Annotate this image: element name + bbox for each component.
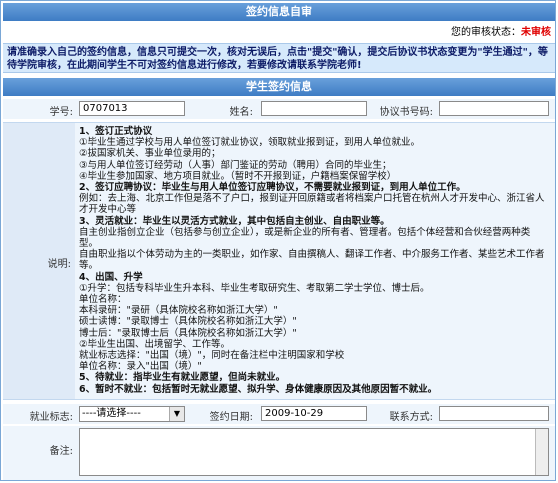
student-id-label: 学号:	[49, 107, 73, 118]
description-line: 3、灵活就业：毕业生以灵活方式就业，其中包括自主创业、自由职业等。	[79, 215, 390, 227]
sign-date-input[interactable]: 2009-10-29	[261, 406, 367, 421]
description-line: ①升学：包括专科毕业生升本科、毕业生考取研究生、考取第二学士学位、博士后。	[79, 282, 430, 294]
employment-row: 就业标志: ----请选择---- ▼ 签约日期: 2009-10-29 联系方…	[3, 404, 555, 424]
notice-text: 请准确录入自己的签约信息，信息只可提交一次，核对无误后，点击"提交"确认，提交后…	[3, 43, 555, 73]
description-line: 博士后："录取博士后（具体院校名称如浙江大学）"	[79, 327, 297, 339]
name-label: 姓名:	[229, 107, 253, 118]
id-row: 学号: 0707013 姓名: 协议书号码:	[3, 99, 555, 119]
description-line: 单位名称：录入"出国（境）"	[79, 361, 202, 373]
page-title: 签约信息自审	[3, 3, 555, 21]
description-line: ①毕业生通过学校与用人单位签订就业协议，领取就业报到证，到用人单位就业。	[79, 137, 421, 149]
description-line: ②毕业生出国、出境留学、工作等。	[79, 338, 231, 350]
description-line: 6、暂时不就业：包括暂时无就业愿望、拟升学、身体健康原因及其他原因暂不就业。	[79, 383, 438, 395]
employment-flag-label: 就业标志:	[29, 412, 73, 423]
remark-textarea[interactable]	[79, 428, 549, 476]
description-line: 本科录研："录研（具体院校名称如浙江大学）"	[79, 305, 278, 317]
description-label: 说明:	[47, 259, 71, 270]
description-line: 自主创业指创立企业（包括参与创立企业），或是新企业的所有者、管理者。包括个体经营…	[79, 226, 531, 250]
audit-status: 您的审核状态：未审核	[3, 25, 555, 41]
description-line: 5、待就业：指毕业生有就业愿望，但尚未就业。	[79, 372, 286, 384]
description-line: ②拔国家机关、事业单位录用的；	[79, 148, 221, 160]
remark-row: 备注:	[3, 426, 555, 480]
description-line: 2、签订应聘协议：毕业生与用人单位签订应聘协议，不需要就业报到证，到用人单位工作…	[79, 182, 466, 194]
contact-label: 联系方式:	[389, 412, 433, 423]
chevron-down-icon[interactable]: ▼	[169, 407, 184, 421]
description-line: 就业标志选择："出国（境）"，同时在备注栏中注明国家和学校	[79, 350, 345, 362]
description-line: 硕士读博："录取博士（具体院校名称如浙江大学）"	[79, 316, 297, 328]
description-line: 1、签订正式协议	[79, 126, 153, 137]
audit-status-label: 您的审核状态：	[451, 27, 521, 38]
remark-scrollbar[interactable]	[535, 429, 548, 475]
description-block: 说明: 1、签订正式协议 ①毕业生通过学校与用人单位签订就业协议，领取就业报到证，…	[3, 122, 555, 400]
description-line: 自由职业指以个体劳动为主的一类职业，如作家、自由撰稿人、翻译工作者、中介服务工作…	[79, 249, 545, 272]
agreement-no-label: 协议书号码:	[379, 107, 433, 118]
section-title: 学生签约信息	[3, 78, 555, 96]
employment-flag-value: ----请选择----	[82, 408, 141, 419]
remark-label: 备注:	[49, 446, 73, 457]
description-label-cell: 说明:	[3, 123, 75, 399]
name-input[interactable]	[261, 101, 367, 116]
description-line: 单位名称：	[79, 294, 127, 306]
description-line: ③与用人单位签订经劳动（人事）部门鉴证的劳动（聘用）合同的毕业生；	[79, 159, 392, 171]
description-line: 4、出国、升学	[79, 271, 143, 283]
description-text: 1、签订正式协议 ①毕业生通过学校与用人单位签订就业协议，领取就业报到证，到用人单…	[79, 126, 549, 395]
employment-flag-select[interactable]: ----请选择---- ▼	[79, 406, 185, 422]
agreement-no-input[interactable]	[439, 101, 549, 116]
form-frame: 签约信息自审 您的审核状态：未审核 请准确录入自己的签约信息，信息只可提交一次，…	[0, 0, 556, 481]
sign-date-label: 签约日期:	[209, 412, 253, 423]
description-line: ④毕业生参加国家、地方项目就业。（暂时不开报到证，户籍档案保留学校）	[79, 170, 397, 182]
description-line: 例如：去上海、北京工作但是落不了户口，报到证开回原籍或者将档案户口托管在杭州人才…	[79, 193, 545, 216]
contact-input[interactable]	[439, 406, 549, 421]
audit-status-value: 未审核	[521, 27, 551, 38]
student-id-input[interactable]: 0707013	[79, 101, 185, 116]
